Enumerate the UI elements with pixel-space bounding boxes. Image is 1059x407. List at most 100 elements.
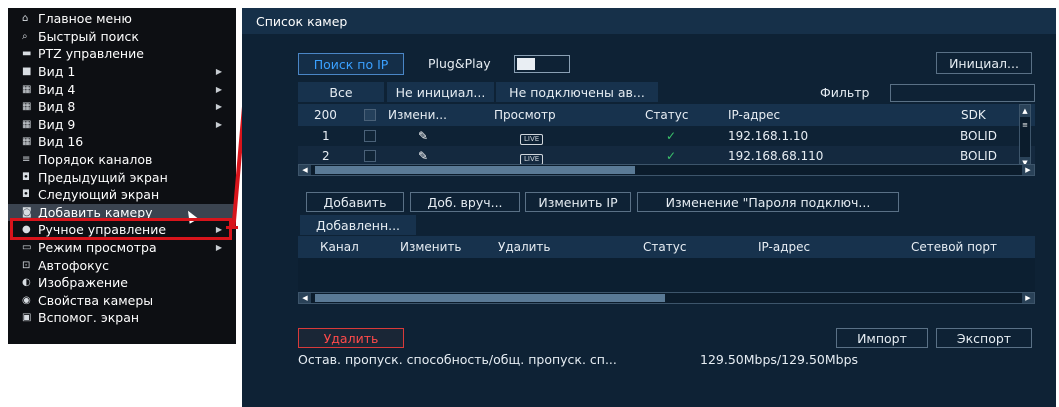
table-row[interactable]: 2 ✎ LIVE ✓ 192.168.68.110 BOLID xyxy=(298,146,1035,166)
menu-item-17[interactable]: ▣ Вспомог. экран xyxy=(8,309,236,327)
col-status[interactable]: Статус xyxy=(645,108,688,122)
added-table-header: Канал Изменить Удалить Статус IP-адрес С… xyxy=(298,236,1035,258)
menu-item-label: Вид 16 xyxy=(38,134,84,150)
col-ip[interactable]: IP-адрес xyxy=(728,108,780,122)
scrollbar-thumb xyxy=(315,166,635,174)
col-sdk[interactable]: SDK xyxy=(961,108,986,122)
select-all-checkbox[interactable] xyxy=(364,109,376,124)
menu-item-5[interactable]: ▦ Вид 8 ▶ xyxy=(8,98,236,116)
menu-item-label: Следующий экран xyxy=(38,187,160,203)
import-button[interactable]: Импорт xyxy=(836,328,928,348)
filter-label: Фильтр xyxy=(820,85,870,100)
menu-item-7[interactable]: ▦ Вид 16 xyxy=(8,133,236,151)
menu-item-1[interactable]: ⌕ Быстрый поиск xyxy=(8,28,236,46)
menu-item-16[interactable]: ◉ Свойства камеры xyxy=(8,292,236,310)
tab-added[interactable]: Добавленн... xyxy=(300,215,416,235)
tab-all[interactable]: Все xyxy=(298,82,384,102)
edit-pencil-icon[interactable]: ✎ xyxy=(418,149,428,163)
view1-icon: ■ xyxy=(22,66,32,78)
change-password-button[interactable]: Изменение "Пароля подключ... xyxy=(637,192,899,212)
col-network-port[interactable]: Сетевой порт xyxy=(911,240,997,254)
scroll-right-icon: ▶ xyxy=(1022,293,1034,303)
col-status[interactable]: Статус xyxy=(643,240,686,254)
add-button[interactable]: Добавить xyxy=(306,192,404,212)
plug-play-toggle[interactable] xyxy=(514,55,570,73)
menu-item-label: Вид 4 xyxy=(38,81,76,97)
table-row[interactable]: 1 ✎ LIVE ✓ 192.168.1.10 BOLID xyxy=(298,126,1035,146)
menu-item-9[interactable]: ◘ Предыдущий экран xyxy=(8,168,236,186)
view16-icon: ▦ xyxy=(22,136,32,148)
status-ok-icon: ✓ xyxy=(666,129,677,143)
export-button[interactable]: Экспорт xyxy=(936,328,1032,348)
row-checkbox[interactable] xyxy=(364,150,376,165)
menu-item-3[interactable]: ■ Вид 1 ▶ xyxy=(8,63,236,81)
added-horizontal-scrollbar[interactable]: ◀ ▶ xyxy=(298,292,1035,304)
live-view-icon[interactable]: LIVE xyxy=(520,150,544,165)
menu-item-4[interactable]: ▦ Вид 4 ▶ xyxy=(8,80,236,98)
menu-item-14[interactable]: ⊡ Автофокус xyxy=(8,256,236,274)
delete-button[interactable]: Удалить xyxy=(298,328,404,348)
menu-item-label: Главное меню xyxy=(38,11,132,27)
menu-item-15[interactable]: ◐ Изображение xyxy=(8,274,236,292)
menu-item-8[interactable]: ≡ Порядок каналов xyxy=(8,151,236,169)
context-menu: ⌂ Главное меню ⌕ Быстрый поиск ▬ PTZ управлен… xyxy=(8,8,236,344)
channel-order-icon: ≡ xyxy=(22,154,31,166)
bandwidth-value: 129.50Mbps/129.50Mbps xyxy=(700,352,859,367)
scroll-left-icon: ◀ xyxy=(299,293,311,303)
row-ip: 192.168.68.110 xyxy=(728,149,824,163)
menu-item-label: Изображение xyxy=(38,275,128,291)
device-count: 200 xyxy=(314,108,337,122)
menu-item-label: Предыдущий экран xyxy=(38,169,168,185)
init-button[interactable]: Инициал... xyxy=(936,52,1032,74)
chevron-right-icon: ▶ xyxy=(215,67,222,77)
live-view-icon[interactable]: LIVE xyxy=(520,130,544,145)
chevron-right-icon: ▶ xyxy=(215,119,222,129)
camera-list-dialog: Список камер Поиск по IP Plug&Play Иници… xyxy=(242,8,1056,407)
bandwidth-label: Остав. пропуск. способность/общ. пропуск… xyxy=(298,352,617,367)
tab-not-connected[interactable]: Не подключены ав... xyxy=(496,82,658,102)
filter-input[interactable] xyxy=(890,84,1035,102)
row-number: 2 xyxy=(322,149,330,163)
menu-item-label: Вид 9 xyxy=(38,116,76,132)
edit-pencil-icon[interactable]: ✎ xyxy=(418,129,428,143)
plug-play-label: Plug&Play xyxy=(428,56,491,71)
search-icon: ⌕ xyxy=(22,30,28,42)
scrollbar-thumb xyxy=(315,294,665,302)
scroll-thumb-icon: ≡ xyxy=(1020,119,1030,131)
menu-item-label: Свойства камеры xyxy=(38,292,154,308)
menu-item-label: Быстрый поиск xyxy=(38,28,139,44)
view9-icon: ▦ xyxy=(22,118,32,130)
add-manual-button[interactable]: Доб. вруч... xyxy=(410,192,520,212)
search-ip-button[interactable]: Поиск по IP xyxy=(298,53,404,75)
camera-props-icon: ◉ xyxy=(22,294,31,306)
view-mode-icon: ▭ xyxy=(22,242,32,254)
autofocus-icon: ⊡ xyxy=(22,259,31,271)
menu-item-13[interactable]: ▭ Режим просмотра ▶ xyxy=(8,239,236,257)
next-screen-icon: ◘ xyxy=(22,189,30,201)
col-view[interactable]: Просмотр xyxy=(494,108,556,122)
menu-item-6[interactable]: ▦ Вид 9 ▶ xyxy=(8,116,236,134)
col-channel[interactable]: Канал xyxy=(320,240,359,254)
menu-item-label: PTZ управление xyxy=(38,46,144,62)
dialog-title: Список камер xyxy=(242,8,1056,34)
col-modify[interactable]: Изменить xyxy=(400,240,462,254)
devices-horizontal-scrollbar[interactable]: ◀ ▶ xyxy=(298,164,1035,176)
col-delete[interactable]: Удалить xyxy=(498,240,551,254)
row-ip: 192.168.1.10 xyxy=(728,129,809,143)
scroll-right-icon: ▶ xyxy=(1022,165,1034,175)
added-devices-table: Канал Изменить Удалить Статус IP-адрес С… xyxy=(298,236,1035,258)
col-edit[interactable]: Измени... xyxy=(388,108,447,122)
home-icon: ⌂ xyxy=(22,13,29,25)
menu-item-0[interactable]: ⌂ Главное меню xyxy=(8,10,236,28)
row-checkbox[interactable] xyxy=(364,130,376,145)
menu-item-label: Порядок каналов xyxy=(38,152,153,168)
image-icon: ◐ xyxy=(22,277,31,289)
menu-item-2[interactable]: ▬ PTZ управление xyxy=(8,45,236,63)
devices-vertical-scrollbar[interactable]: ▲ ≡ ▼ xyxy=(1019,104,1031,170)
menu-item-label: Вид 8 xyxy=(38,99,76,115)
chevron-right-icon: ▶ xyxy=(215,102,222,112)
change-ip-button[interactable]: Изменить IP xyxy=(525,192,631,212)
tab-not-initialized[interactable]: Не инициал... xyxy=(387,82,494,102)
col-ip[interactable]: IP-адрес xyxy=(758,240,810,254)
menu-item-10[interactable]: ◘ Следующий экран xyxy=(8,186,236,204)
